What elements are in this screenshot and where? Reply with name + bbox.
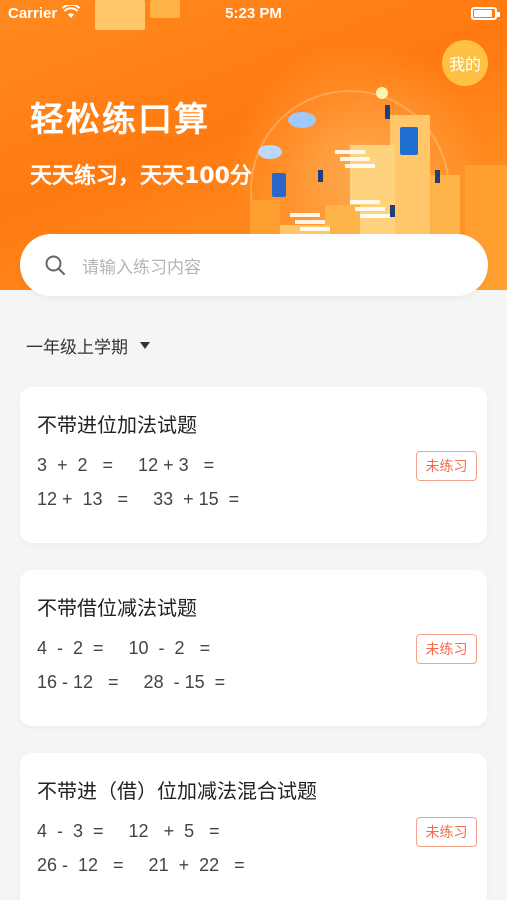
page-title: 轻松练口算: [30, 100, 210, 140]
search-icon: [45, 255, 65, 275]
exercise-title: 不带进位加法试题: [37, 413, 197, 437]
status-bar: Carrier 5:23 PM: [0, 0, 507, 28]
exercise-title: 不带借位减法试题: [37, 596, 197, 620]
exercise-line: 16 - 12 = 28 - 15 =: [37, 672, 226, 692]
exercise-card[interactable]: 不带进位加法试题 3 + 2 = 12 + 3 = 12 + 13 = 33 +…: [20, 387, 487, 543]
grade-label: 一年级上学期: [26, 338, 128, 358]
exercise-card[interactable]: 不带进（借）位加减法混合试题 4 - 3 = 12 + 5 = 26 - 12 …: [20, 753, 487, 900]
status-badge[interactable]: 未练习: [416, 634, 477, 664]
search-input[interactable]: 请输入练习内容: [82, 253, 201, 278]
status-badge[interactable]: 未练习: [416, 817, 477, 847]
search-bar[interactable]: 请输入练习内容: [20, 234, 488, 296]
exercise-line: 4 - 3 = 12 + 5 =: [37, 821, 220, 841]
grade-selector[interactable]: 一年级上学期: [26, 333, 150, 358]
exercise-line: 26 - 12 = 21 + 22 =: [37, 855, 245, 875]
exercise-card[interactable]: 不带借位减法试题 4 - 2 = 10 - 2 = 16 - 12 = 28 -…: [20, 570, 487, 726]
battery-icon: [471, 7, 500, 20]
page-subtitle: 天天练习，天天100分: [30, 164, 252, 189]
exercise-line: 4 - 2 = 10 - 2 =: [37, 638, 211, 658]
exercise-line: 12 + 13 = 33 + 15 =: [37, 489, 240, 509]
caret-down-icon: [140, 342, 150, 349]
status-badge[interactable]: 未练习: [416, 451, 477, 481]
exercise-line: 3 + 2 = 12 + 3 =: [37, 455, 215, 475]
exercise-title: 不带进（借）位加减法混合试题: [37, 779, 317, 803]
clock: 5:23 PM: [225, 5, 282, 22]
